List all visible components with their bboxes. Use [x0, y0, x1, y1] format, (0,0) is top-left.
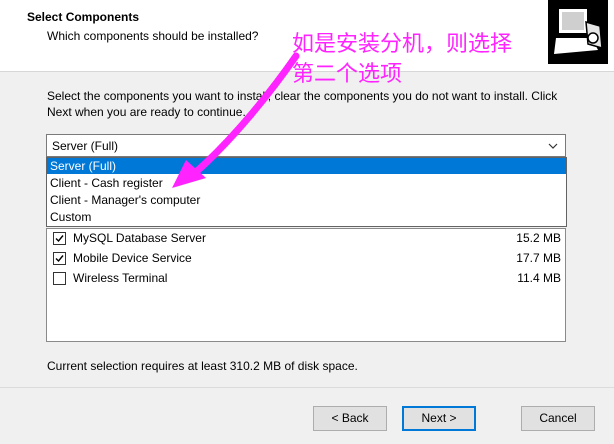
component-checkbox[interactable]: [53, 232, 66, 245]
dropdown-option-client-cash-register[interactable]: Client - Cash register: [47, 175, 566, 191]
checkmark-icon: [55, 235, 64, 243]
component-row[interactable]: Mobile Device Service 17.7 MB: [47, 249, 565, 269]
combobox-value: Server (Full): [52, 139, 119, 153]
component-size: 17.7 MB: [516, 251, 561, 265]
component-label: MySQL Database Server: [73, 231, 206, 245]
component-row[interactable]: Wireless Terminal 11.4 MB: [47, 269, 565, 289]
component-checkbox[interactable]: [53, 272, 66, 285]
component-size: 11.4 MB: [517, 271, 561, 285]
annotation-line-1: 如是安装分机，则选择: [292, 32, 513, 57]
component-size: 15.2 MB: [516, 231, 561, 245]
next-button[interactable]: Next >: [402, 406, 476, 431]
install-type-dropdown-list: Server (Full) Client - Cash register Cli…: [46, 157, 567, 227]
components-list: MySQL Database Server 15.2 MB Mobile Dev…: [46, 228, 566, 342]
disk-space-text: Current selection requires at least 310.…: [47, 359, 358, 373]
component-label: Wireless Terminal: [73, 271, 168, 285]
installer-computer-icon: [548, 0, 608, 64]
cancel-button[interactable]: Cancel: [521, 406, 595, 431]
component-row[interactable]: MySQL Database Server 15.2 MB: [47, 229, 565, 249]
dropdown-option-client-managers-computer[interactable]: Client - Manager's computer: [47, 192, 566, 208]
page-title: Select Components: [27, 10, 140, 24]
checkmark-icon: [55, 255, 64, 263]
back-button[interactable]: < Back: [313, 406, 387, 431]
component-checkbox[interactable]: [53, 252, 66, 265]
dropdown-option-custom[interactable]: Custom: [47, 209, 566, 225]
instructions-text: Select the components you want to instal…: [47, 89, 558, 119]
chevron-down-icon[interactable]: [545, 137, 561, 154]
page-subtitle: Which components should be installed?: [47, 29, 259, 43]
dropdown-option-server-full[interactable]: Server (Full): [47, 158, 566, 174]
install-type-combobox[interactable]: Server (Full): [46, 134, 566, 157]
component-label: Mobile Device Service: [73, 251, 192, 265]
footer-divider: [0, 387, 614, 388]
annotation-line-2: 第二个选项: [292, 62, 403, 87]
